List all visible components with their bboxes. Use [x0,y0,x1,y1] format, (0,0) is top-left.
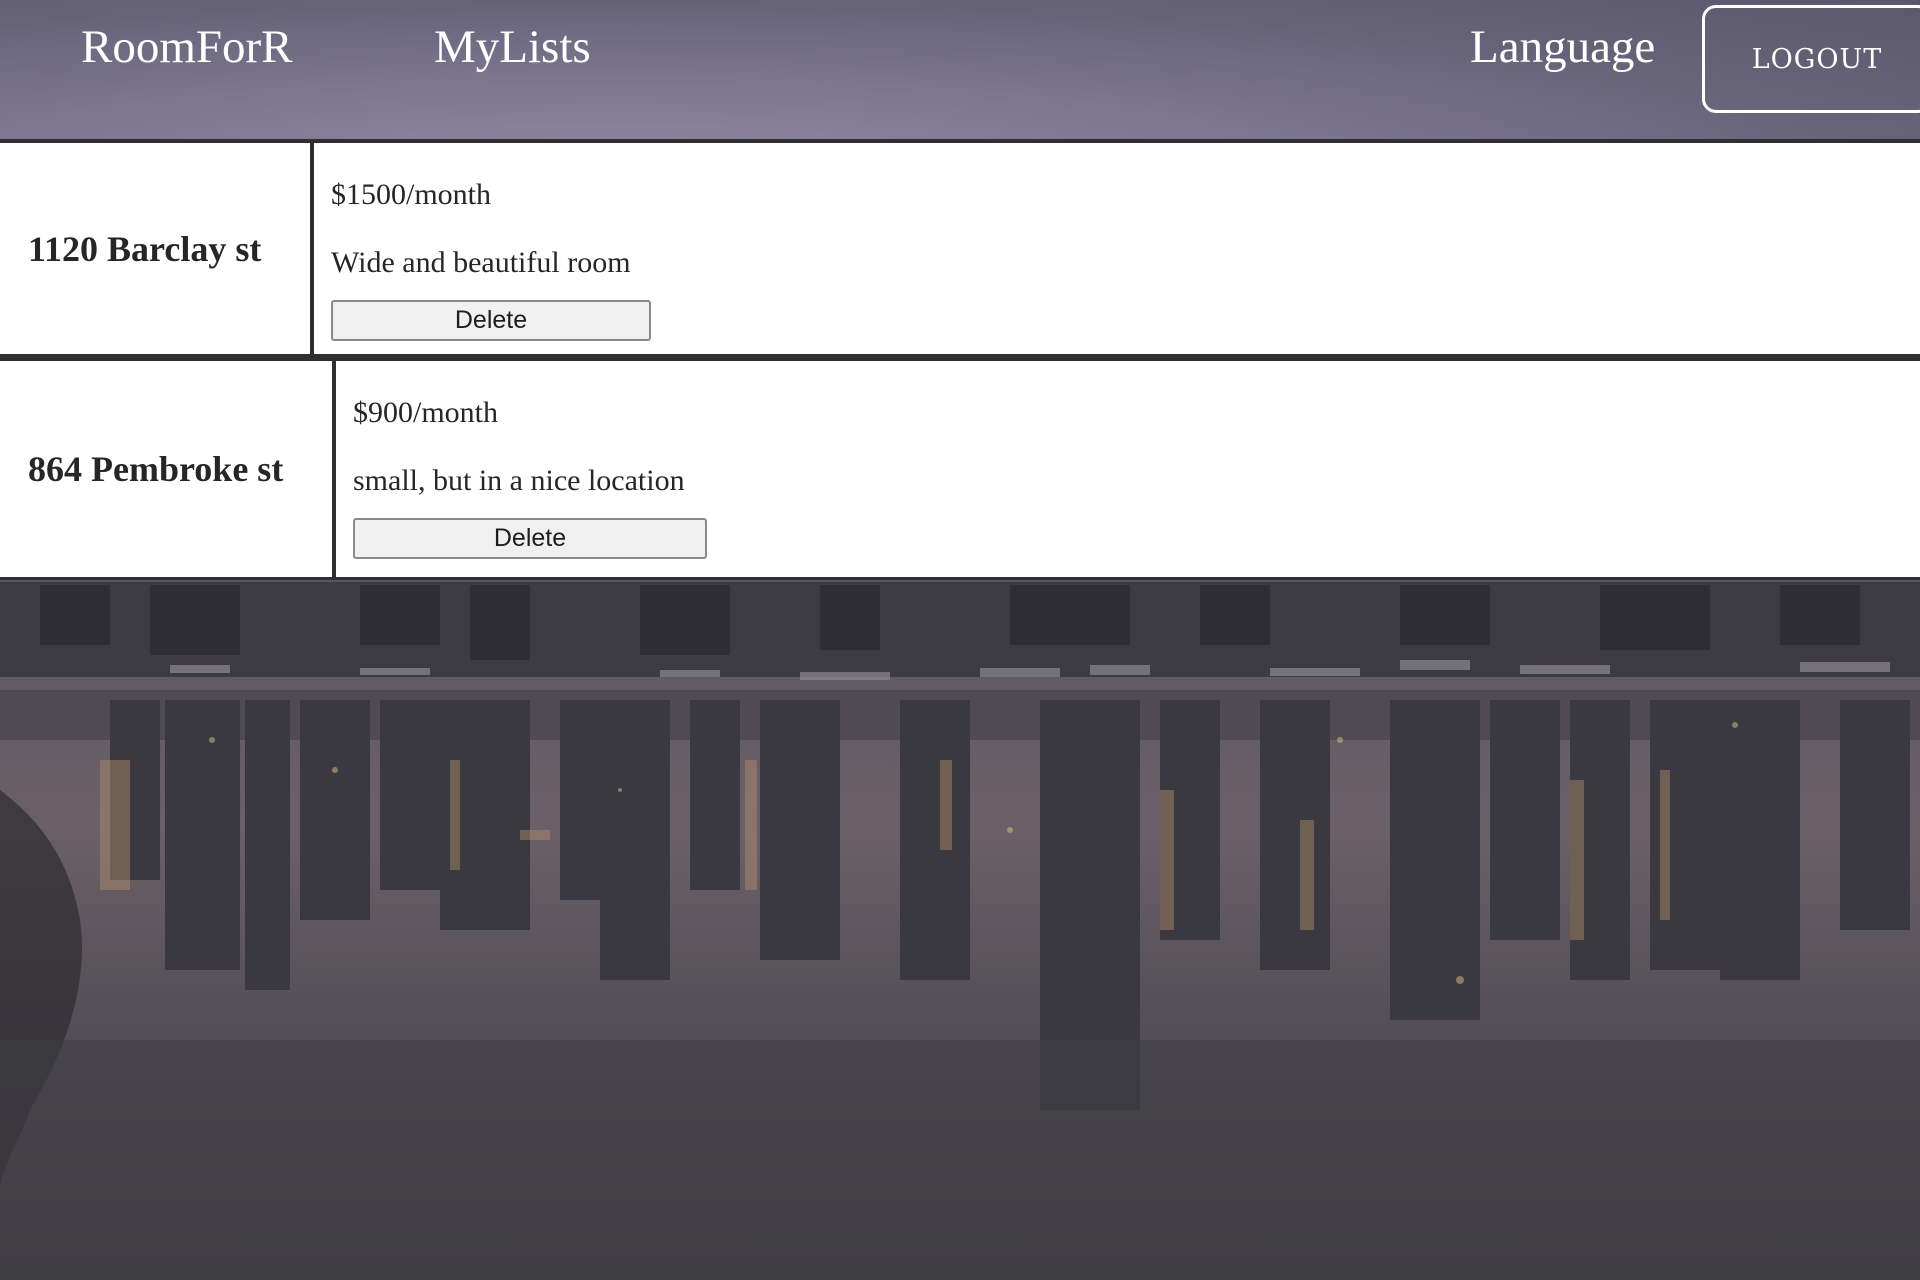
listing-details: $1500/month Wide and beautiful room Dele… [314,143,1920,354]
listing-address: 1120 Barclay st [0,143,314,354]
listing-price: $900/month [353,396,499,429]
nav-mylists-link[interactable]: MyLists [434,20,591,74]
listing-price: $1500/month [331,178,492,211]
logout-button[interactable]: LOGOUT [1702,5,1920,113]
listing-description: small, but in a nice location [353,464,685,497]
delete-listing-button[interactable]: Delete [353,518,707,559]
nav-language-menu[interactable]: Language [1470,20,1655,74]
listing-row: 1120 Barclay st $1500/month Wide and bea… [0,143,1920,361]
listing-row: 864 Pembroke st $900/month small, but in… [0,361,1920,580]
listing-details: $900/month small, but in a nice location… [336,361,1920,577]
listing-description: Wide and beautiful room [331,246,631,279]
listing-address: 864 Pembroke st [0,361,336,577]
brand-home-link[interactable]: RoomForR [81,20,293,74]
delete-listing-button[interactable]: Delete [331,300,651,341]
top-navbar: RoomForR MyLists Language LOGOUT [0,0,1920,143]
